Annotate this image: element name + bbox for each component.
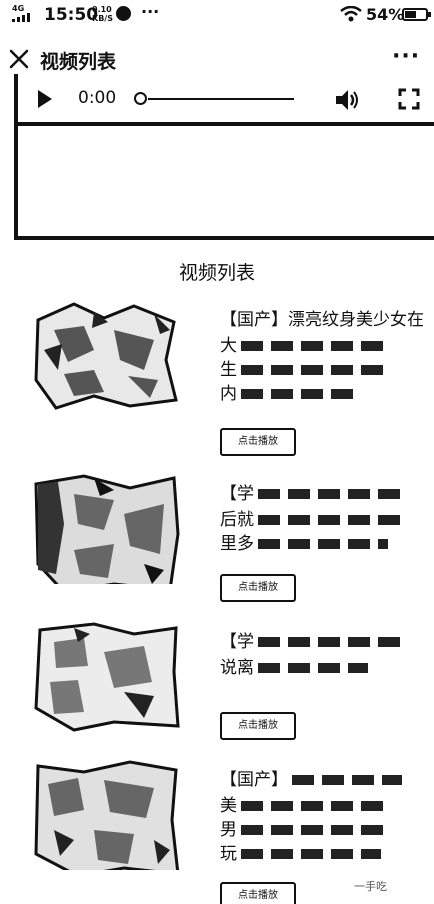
redaction — [241, 365, 391, 375]
video-title: 【学 — [220, 630, 434, 654]
title-text: 【国产】 — [220, 770, 288, 790]
video-thumbnail[interactable] — [34, 474, 180, 584]
video-description: 美 男 玩 — [220, 794, 434, 866]
desc-line: 说离 — [220, 658, 254, 678]
video-thumbnail[interactable] — [34, 622, 180, 732]
battery-icon — [402, 8, 431, 21]
play-icon[interactable] — [38, 90, 52, 108]
current-time: 0:00 — [78, 88, 117, 108]
redaction — [258, 489, 408, 499]
desc-line: 生 — [220, 360, 237, 380]
network-indicator: 4G — [12, 4, 30, 24]
redaction — [258, 663, 368, 673]
page-title: 视频列表 — [40, 51, 117, 73]
battery-percent: 54% — [366, 5, 405, 24]
network-speed: 0.10 KB/S — [92, 5, 113, 23]
redaction — [241, 341, 391, 351]
redaction — [258, 637, 408, 647]
desc-line: 美 — [220, 796, 237, 816]
clock: 15:50 — [44, 5, 99, 25]
redaction — [241, 801, 391, 811]
watermark: 一手吃 — [354, 880, 387, 893]
desc-line: 大 — [220, 336, 237, 356]
speed-unit: KB/S — [92, 14, 113, 23]
video-thumbnail[interactable] — [34, 300, 180, 410]
desc-line: 玩 — [220, 844, 237, 864]
seek-bar[interactable] — [148, 98, 294, 100]
title-text: 【学 — [220, 632, 254, 652]
signal-icon — [12, 13, 30, 22]
status-more: ··· — [141, 2, 160, 21]
play-button[interactable]: 点击播放 — [220, 574, 296, 602]
close-button[interactable] — [6, 46, 32, 72]
video-item[interactable]: 【国产】漂亮纹身美少女在 大 生 内 点击播放 — [0, 300, 434, 456]
video-title: 【国产】漂亮纹身美少女在 — [220, 310, 424, 330]
video-item[interactable]: 【学 说离 点击播放 — [0, 622, 434, 772]
list-heading: 视频列表 — [178, 262, 255, 284]
title-text: 【学 — [220, 484, 254, 504]
more-button[interactable]: ··· — [392, 44, 420, 69]
video-title: 【学 — [220, 482, 434, 506]
play-button[interactable]: 点击播放 — [220, 882, 296, 904]
fullscreen-icon[interactable] — [398, 88, 420, 110]
volume-icon[interactable] — [334, 88, 360, 112]
redaction — [292, 775, 402, 785]
speed-value: 0.10 — [92, 5, 112, 14]
wifi-icon — [340, 6, 362, 22]
close-icon — [9, 49, 29, 69]
desc-line: 内 — [220, 384, 237, 404]
redaction — [241, 849, 381, 859]
seek-handle[interactable] — [134, 92, 147, 105]
video-description: 后就 里多 — [220, 508, 434, 556]
desc-line: 里多 — [220, 534, 254, 554]
redaction — [258, 539, 388, 549]
video-title: 【国产】 — [220, 768, 434, 792]
video-thumbnail[interactable] — [34, 760, 180, 870]
video-player[interactable]: 0:00 — [14, 74, 434, 240]
video-description: 说离 — [220, 656, 434, 680]
network-type: 4G — [12, 4, 25, 13]
play-button[interactable]: 点击播放 — [220, 712, 296, 740]
wechat-notification-icon — [116, 6, 131, 21]
video-item[interactable]: 【学 后就 里多 点击播放 — [0, 474, 434, 624]
video-description: 大 生 内 — [220, 334, 434, 406]
redaction — [241, 825, 391, 835]
status-bar: 4G 15:50 0.10 KB/S ··· 54% — [0, 0, 434, 30]
desc-line: 后就 — [220, 510, 254, 530]
player-controls: 0:00 — [18, 74, 434, 126]
redaction — [241, 389, 361, 399]
battery-level — [405, 11, 416, 18]
desc-line: 男 — [220, 820, 237, 840]
play-button[interactable]: 点击播放 — [220, 428, 296, 456]
redaction — [258, 515, 408, 525]
